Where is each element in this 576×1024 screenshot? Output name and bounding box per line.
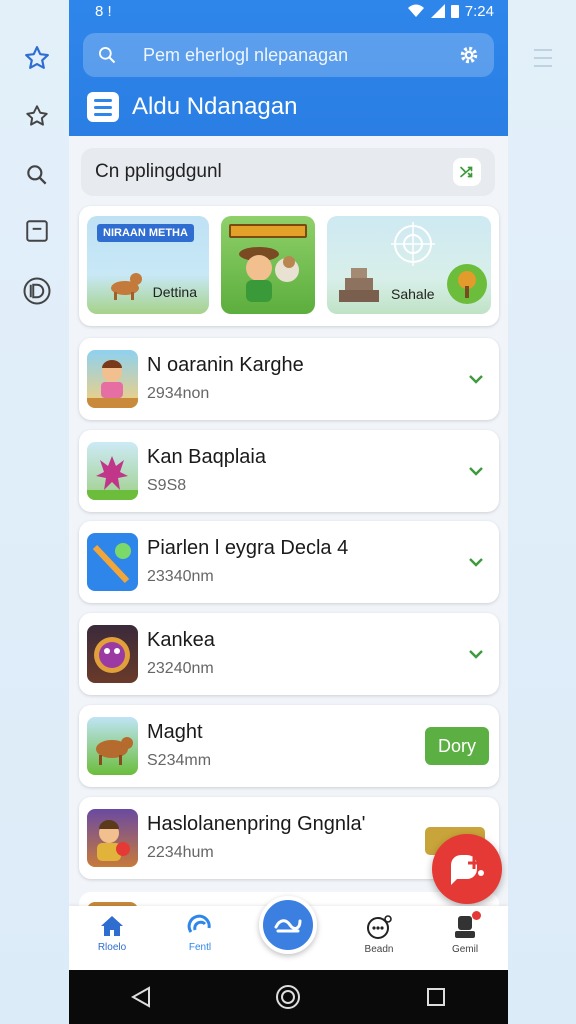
status-left: 8 ! [95, 2, 112, 20]
more-icon [534, 46, 552, 70]
search-bar[interactable]: Pem eherlogl nlepanagan [83, 33, 494, 77]
item-thumbnail [87, 625, 138, 683]
item-thumbnail [87, 533, 138, 591]
inbox-icon[interactable] [22, 216, 52, 246]
featured-banner-1[interactable]: NIRAAN METHA Dettina [87, 216, 209, 314]
item-title: Kan Baqplaia [147, 446, 266, 468]
character-illustration [239, 247, 299, 302]
item-thumbnail [87, 809, 138, 867]
list-item[interactable]: N oaranin Karghe 2934non [79, 338, 499, 420]
item-subtitle: 2234hum [147, 844, 214, 861]
add-button[interactable] [259, 896, 317, 954]
chevron-down-icon[interactable] [467, 462, 485, 480]
item-title: Maght [147, 721, 203, 743]
side-rail [0, 0, 70, 1024]
banner-label: Sahale [391, 286, 435, 302]
settings-icon[interactable] [458, 44, 480, 66]
item-thumbnail [87, 350, 138, 408]
app-header: 8 ! 7:24 Pem eherlogl nlepanagan Aldu Nd… [69, 0, 508, 136]
bottom-nav: Rloelo Fentl Beadn Gemil [69, 896, 508, 970]
search-input[interactable]: Pem eherlogl nlepanagan [143, 45, 458, 66]
wifi-icon [407, 4, 424, 17]
status-bar: 8 ! 7:24 [69, 0, 508, 22]
search-icon[interactable] [22, 160, 52, 190]
nav-item-chat[interactable]: Beadn [349, 914, 409, 955]
filter-label: Cn pplingdgunl [95, 161, 222, 182]
item-title: Kankea [147, 629, 215, 651]
battery-icon [450, 5, 459, 18]
recents-icon[interactable] [426, 987, 446, 1007]
shuffle-icon[interactable] [453, 158, 481, 186]
list-item[interactable]: Kankea 23240nm [79, 613, 499, 695]
menu-icon[interactable] [87, 92, 119, 122]
sign-illustration [229, 224, 307, 238]
status-time: 7:24 [464, 2, 494, 20]
list-item[interactable]: Maght S234mm Dory [79, 705, 499, 787]
search-icon [99, 47, 116, 64]
featured-banner-3[interactable]: Sahale [327, 216, 491, 314]
item-subtitle: 23240nm [147, 660, 214, 677]
star-icon[interactable] [22, 43, 52, 73]
item-title: N oaranin Karghe [147, 354, 304, 376]
nav-label: Fentl [188, 942, 212, 953]
explore-icon [187, 914, 211, 933]
chat-icon [367, 915, 392, 939]
banner-tag: NIRAAN METHA [97, 224, 194, 242]
item-subtitle: 2934non [147, 385, 210, 402]
filter-bar[interactable]: Cn pplingdgunl [81, 148, 495, 196]
phone-screen: 8 ! 7:24 Pem eherlogl nlepanagan Aldu Nd… [69, 0, 508, 1024]
home-button-icon[interactable] [275, 984, 301, 1010]
signal-icon [430, 4, 445, 18]
back-icon[interactable] [131, 986, 151, 1008]
item-subtitle: S9S8 [147, 477, 187, 494]
target-illustration [391, 222, 435, 266]
item-title: Piarlen l eygra Decla 4 [147, 537, 349, 559]
item-thumbnail [87, 442, 138, 500]
game-fab[interactable] [432, 834, 502, 904]
add-icon [274, 919, 302, 933]
nav-item-profile[interactable]: Gemil [435, 911, 495, 955]
done-button[interactable]: Dory [425, 727, 489, 765]
chevron-down-icon[interactable] [467, 645, 485, 663]
list-item[interactable]: Kan Baqplaia S9S8 [79, 430, 499, 512]
pin-icon[interactable] [22, 101, 52, 131]
item-subtitle: 23340nm [147, 568, 214, 585]
title-row: Aldu Ndanagan [87, 90, 297, 124]
cake-illustration [339, 268, 379, 302]
chevron-down-icon[interactable] [467, 553, 485, 571]
item-thumbnail [87, 717, 138, 775]
nav-item-home[interactable]: Rloelo [82, 914, 142, 953]
banner-label: Dettina [152, 284, 197, 300]
tree-icon[interactable] [447, 264, 487, 304]
item-subtitle: S234mm [147, 752, 212, 769]
featured-carousel: NIRAAN METHA Dettina Sahale [79, 206, 499, 326]
nav-label: Rloelo [97, 942, 127, 953]
system-nav-bar [69, 970, 508, 1024]
library-icon[interactable] [22, 276, 52, 306]
page-title: Aldu Ndanagan [132, 93, 298, 120]
item-title: Haslolanenpring Gngnla' [147, 813, 366, 835]
dog-illustration [111, 273, 142, 300]
nav-label: Gemil [451, 944, 479, 955]
notification-badge [472, 911, 481, 920]
list-item[interactable]: Piarlen l eygra Decla 4 23340nm [79, 521, 499, 603]
chevron-down-icon[interactable] [467, 370, 485, 388]
featured-banner-2[interactable] [221, 216, 315, 314]
home-icon [101, 916, 123, 936]
nav-item-explore[interactable]: Fentl [170, 914, 230, 953]
nav-label: Beadn [364, 944, 394, 955]
